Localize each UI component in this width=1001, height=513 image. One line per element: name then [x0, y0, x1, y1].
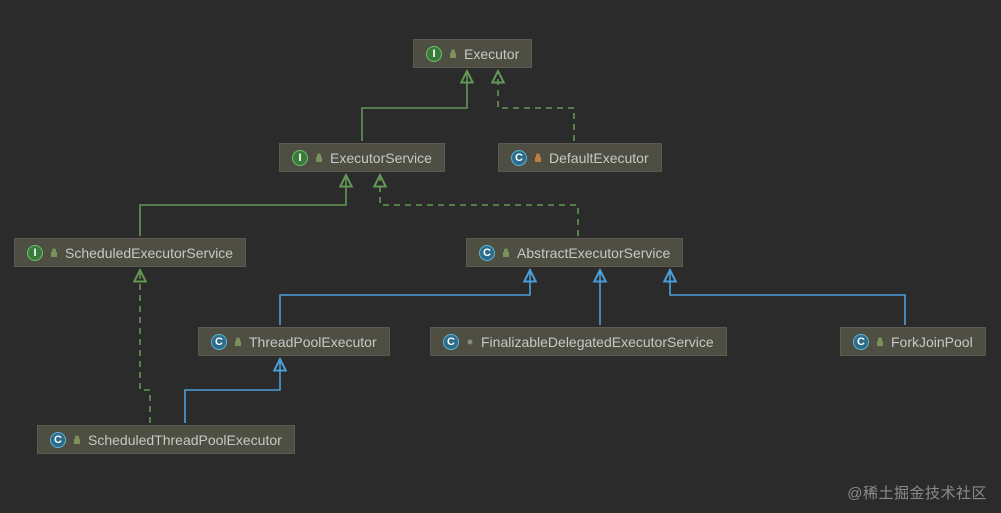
node-default-executor[interactable]: C DefaultExecutor: [498, 143, 662, 172]
interface-icon: I: [426, 46, 442, 62]
lock-icon: [533, 153, 543, 163]
watermark-text: @稀土掘金技术社区: [847, 482, 987, 503]
class-icon: C: [50, 432, 66, 448]
class-icon: C: [511, 150, 527, 166]
node-label: ForkJoinPool: [891, 334, 973, 350]
node-label: AbstractExecutorService: [517, 245, 670, 261]
node-scheduled-executor-service[interactable]: I ScheduledExecutorService: [14, 238, 246, 267]
class-icon: C: [443, 334, 459, 350]
interface-icon: I: [292, 150, 308, 166]
lock-icon: [72, 435, 82, 445]
node-label: Executor: [464, 46, 519, 62]
lock-icon: [314, 153, 324, 163]
node-label: ThreadPoolExecutor: [249, 334, 377, 350]
node-abstract-executor-service[interactable]: C AbstractExecutorService: [466, 238, 683, 267]
node-executor-service[interactable]: I ExecutorService: [279, 143, 445, 172]
node-executor[interactable]: I Executor: [413, 39, 532, 68]
node-finalizable-delegated-executor-service[interactable]: C FinalizableDelegatedExecutorService: [430, 327, 727, 356]
class-icon: C: [479, 245, 495, 261]
lock-icon: [875, 337, 885, 347]
class-icon: C: [211, 334, 227, 350]
lock-icon: [448, 49, 458, 59]
class-icon: C: [853, 334, 869, 350]
node-label: FinalizableDelegatedExecutorService: [481, 334, 714, 350]
node-thread-pool-executor[interactable]: C ThreadPoolExecutor: [198, 327, 390, 356]
lock-icon: [49, 248, 59, 258]
node-label: ExecutorService: [330, 150, 432, 166]
node-scheduled-thread-pool-executor[interactable]: C ScheduledThreadPoolExecutor: [37, 425, 295, 454]
node-label: DefaultExecutor: [549, 150, 649, 166]
lock-icon: [233, 337, 243, 347]
interface-icon: I: [27, 245, 43, 261]
node-label: ScheduledThreadPoolExecutor: [88, 432, 282, 448]
node-label: ScheduledExecutorService: [65, 245, 233, 261]
lock-icon: [501, 248, 511, 258]
node-fork-join-pool[interactable]: C ForkJoinPool: [840, 327, 986, 356]
lock-icon: [465, 337, 475, 347]
